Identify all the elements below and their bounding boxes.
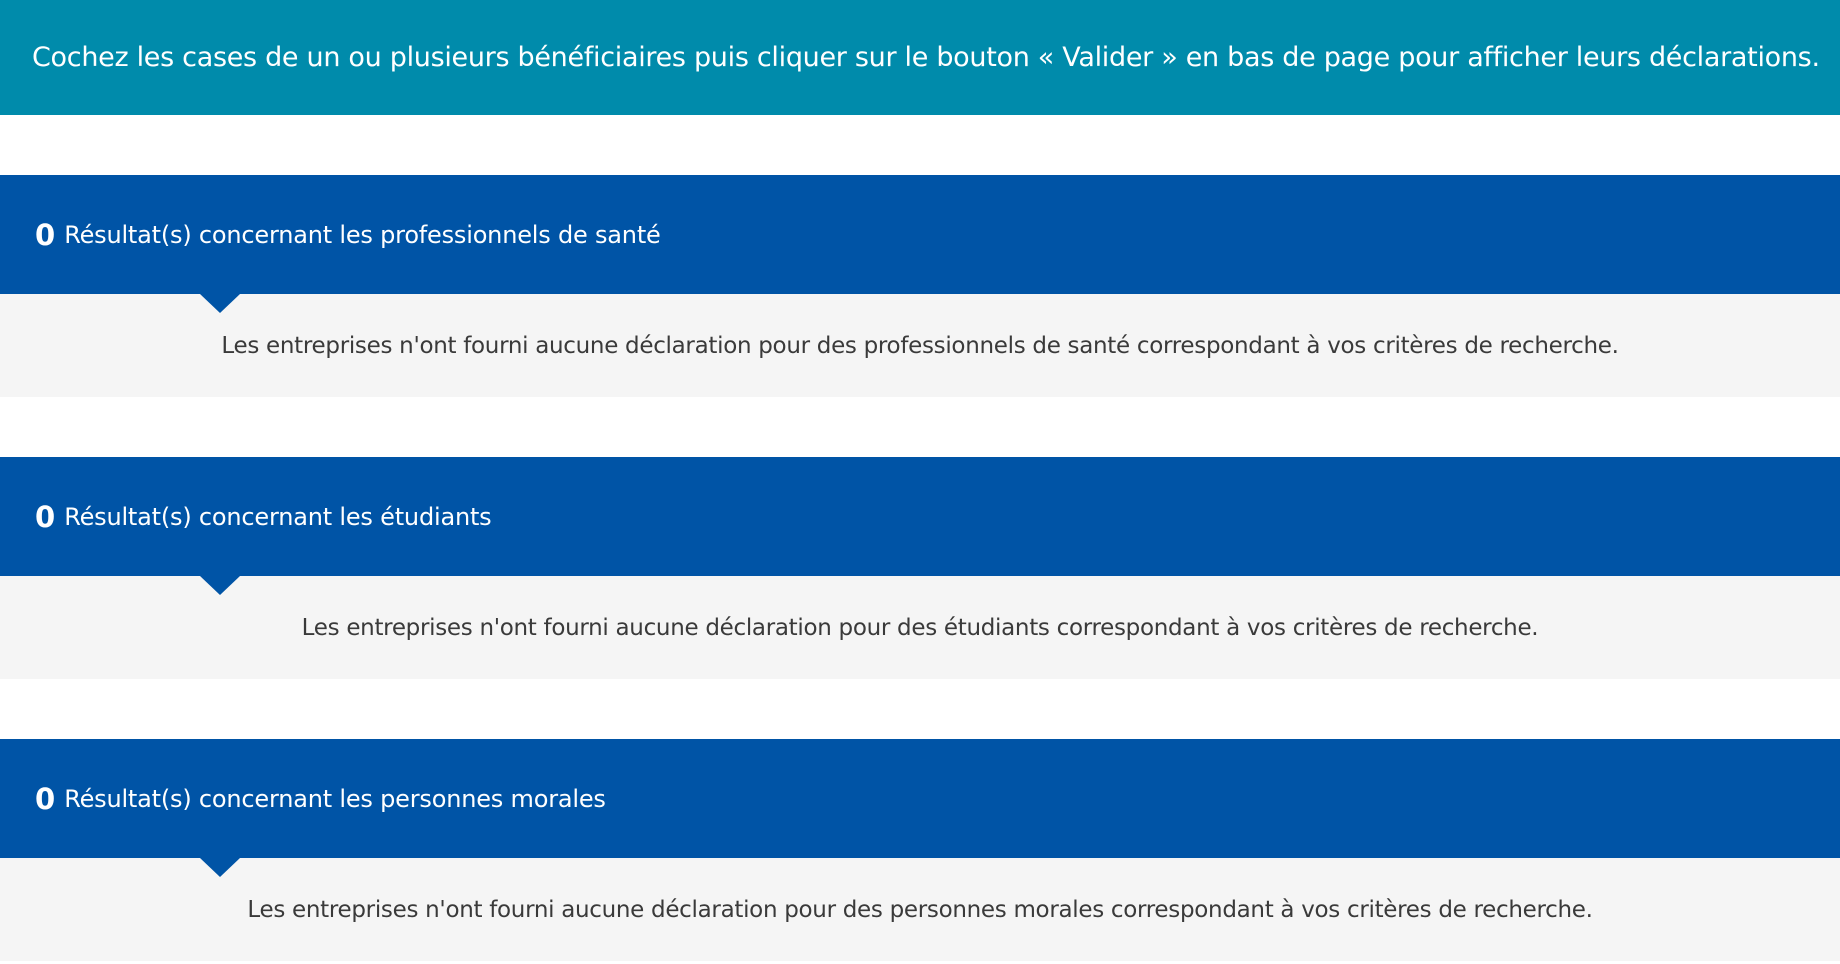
pointer-arrow-icon <box>200 858 240 877</box>
section-body: Les entreprises n'ont fourni aucune décl… <box>0 576 1840 679</box>
section-students: 0 Résultat(s) concernant les étudiants L… <box>0 457 1840 679</box>
pointer-arrow-icon <box>200 576 240 595</box>
section-header[interactable]: 0 Résultat(s) concernant les personnes m… <box>0 739 1840 877</box>
empty-results-message: Les entreprises n'ont fourni aucune décl… <box>247 896 1593 923</box>
result-count: 0 <box>35 781 56 816</box>
empty-results-message: Les entreprises n'ont fourni aucune décl… <box>221 332 1619 359</box>
section-body: Les entreprises n'ont fourni aucune décl… <box>0 294 1840 397</box>
instruction-text: Cochez les cases de un ou plusieurs béné… <box>32 42 1820 73</box>
instruction-banner: Cochez les cases de un ou plusieurs béné… <box>0 0 1840 115</box>
section-title: Résultat(s) concernant les personnes mor… <box>64 784 606 813</box>
results-page: Cochez les cases de un ou plusieurs béné… <box>0 0 1840 964</box>
section-title: Résultat(s) concernant les professionnel… <box>64 220 661 249</box>
section-header[interactable]: 0 Résultat(s) concernant les étudiants <box>0 457 1840 595</box>
section-body: Les entreprises n'ont fourni aucune décl… <box>0 858 1840 961</box>
pointer-arrow-icon <box>200 294 240 313</box>
section-title: Résultat(s) concernant les étudiants <box>64 502 492 531</box>
section-legal-entities: 0 Résultat(s) concernant les personnes m… <box>0 739 1840 961</box>
result-count: 0 <box>35 217 56 252</box>
section-header[interactable]: 0 Résultat(s) concernant les professionn… <box>0 175 1840 313</box>
empty-results-message: Les entreprises n'ont fourni aucune décl… <box>301 614 1539 641</box>
result-count: 0 <box>35 499 56 534</box>
section-health-professionals: 0 Résultat(s) concernant les professionn… <box>0 175 1840 397</box>
